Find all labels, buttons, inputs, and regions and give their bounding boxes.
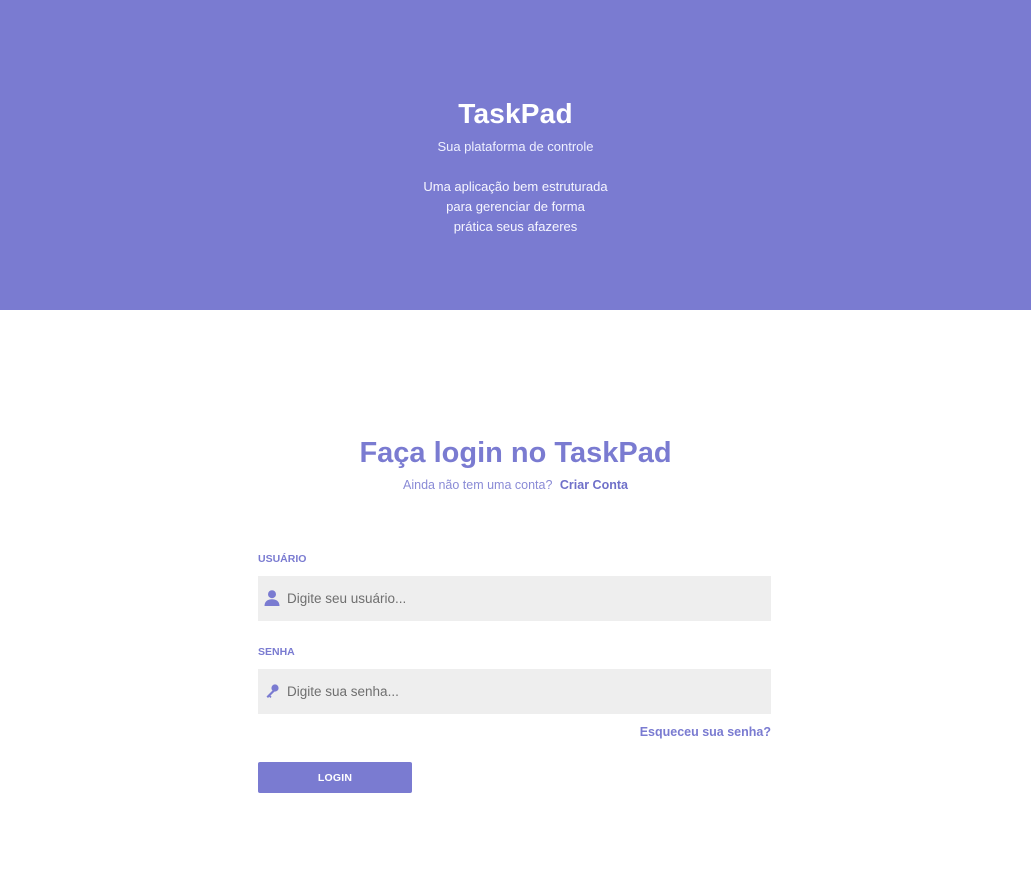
app-description: Uma aplicação bem estruturada para geren… — [0, 177, 1031, 237]
signup-prompt: Ainda não tem uma conta? Criar Conta — [0, 477, 1031, 494]
username-input[interactable] — [287, 576, 757, 621]
app-subtitle: Sua plataforma de controle — [437, 139, 594, 154]
signup-prompt-text: Ainda não tem uma conta? — [403, 478, 553, 492]
forgot-password-link[interactable]: Esqueceu sua senha? — [640, 724, 771, 740]
login-title: Faça login no TaskPad — [359, 437, 672, 469]
app-description-line: para gerenciar de forma — [446, 199, 585, 214]
user-icon — [262, 588, 282, 608]
login-button[interactable]: LOGIN — [258, 762, 412, 793]
username-field[interactable] — [258, 576, 771, 621]
key-icon — [262, 681, 282, 701]
password-field[interactable] — [258, 669, 771, 714]
app-title: TaskPad — [458, 98, 573, 129]
app-description-line: prática seus afazeres — [453, 219, 578, 234]
hero-banner: TaskPad Sua plataforma de controle Uma a… — [0, 0, 1031, 310]
password-input[interactable] — [287, 669, 757, 714]
username-label: USUÁRIO — [258, 553, 307, 565]
create-account-link[interactable]: Criar Conta — [560, 478, 628, 492]
app-description-line: Uma aplicação bem estruturada — [423, 179, 608, 194]
password-label: SENHA — [258, 646, 295, 658]
